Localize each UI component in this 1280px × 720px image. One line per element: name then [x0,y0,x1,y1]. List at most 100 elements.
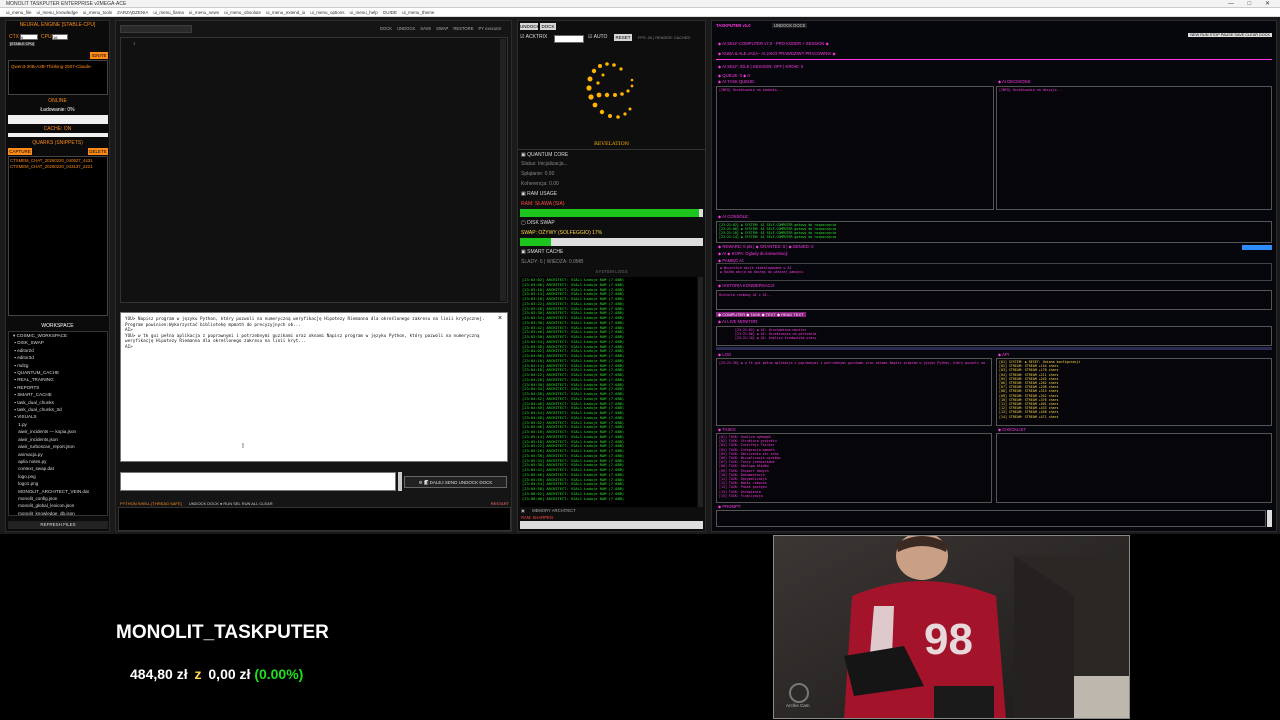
py-executor-button[interactable]: PY executor [479,26,502,31]
tree-item[interactable]: ▪ DISK_SWAP [13,339,107,346]
menu-item[interactable]: ui_menu_tools [83,8,112,16]
shell-buttons[interactable]: UNDOCK DOCK ● RUN SEL RUN ALL CLEAR [189,501,273,506]
tree-item[interactable]: ▪ task_dual_chunks_3d [13,406,107,413]
stable-cpu-tag: [STABLE CPU] [9,42,36,46]
tree-item[interactable]: MONOLIT_ARCHITECT_VEIN.dat [13,488,107,495]
task-queue-box[interactable]: [INFO] Oczekiwanie na zadania... [716,86,994,210]
system-logs[interactable]: [23:03:02] ARCHITECT: VIAL1 Ładuje RAM (… [520,277,697,507]
workspace-tree[interactable]: ▾ COSMIC_WORKSPACE ▪ DISK_SWAP ▪ editor2… [8,331,108,516]
tree-item[interactable]: ▪ editor2d [13,347,107,354]
chat-text: YOU> Napisz program w języku Python, któ… [125,317,485,350]
snippets-list[interactable]: CTXMEM_CHAT_20260220_040527_4431 CTXMEM_… [8,156,108,316]
menu-item[interactable]: ui_menu_obsolute [224,8,261,16]
reset-button[interactable]: RESET [614,34,632,41]
log-box[interactable]: [23:21:38] ◆ w tk gui pełna aplikacja z … [716,358,992,426]
editor-tab[interactable] [120,25,192,33]
ctx-input[interactable]: 0 [20,34,38,40]
minimize-button[interactable]: — [1228,1,1240,7]
menu-item[interactable]: ui_menu_knowledge [37,8,78,16]
tree-item[interactable]: aiwir_incidents.json [13,436,107,443]
editor-toolbar: DOCK UNDOCK SAVE SWAP RESTORE PY executo… [380,26,501,31]
undock-button[interactable]: UNDOCK [397,26,415,31]
logs-scrollbar[interactable] [698,277,703,507]
tree-item[interactable]: aiwir_turboscan_report.json [13,443,107,450]
close-button[interactable]: ✕ [1265,1,1276,7]
menu-item[interactable]: ui_menu_options [310,8,344,16]
undock-button[interactable]: UNDOCK [520,23,540,30]
memory-box[interactable] [716,263,1272,281]
checklist-box[interactable] [996,433,1272,503]
menu-item[interactable]: GUIDE [383,8,397,16]
task-queue-text: [INFO] Oczekiwanie na zadania... [719,88,783,92]
dock-button[interactable]: DOCK [380,26,392,31]
restart-button[interactable]: RESTART [491,500,509,507]
chat-close-icon[interactable]: × [496,315,504,323]
code-scrollbar[interactable] [500,39,506,301]
code-editor[interactable]: 1 [120,37,508,303]
chat-transcript[interactable]: YOU> Napisz program w języku Python, któ… [120,312,508,462]
menu-item[interactable]: ui_menu_llama [153,8,184,16]
save-button[interactable]: SAVE [420,26,431,31]
tree-item[interactable]: aplia notes.py [13,458,107,465]
tree-item[interactable]: ▪ editor3d [13,354,107,361]
tree-item[interactable]: monolit_global_lexicon.json [13,502,107,509]
tree-item[interactable]: logo.png [13,473,107,480]
tree-item[interactable]: ▪ mdzg [13,362,107,369]
capture-button[interactable]: CAPTURE [8,148,32,155]
restore-button[interactable]: RESTORE [453,26,473,31]
api-box[interactable]: [01] SYSTEM: ◆ RESET: Zmiana konfiguracj… [996,358,1272,426]
swap-button[interactable]: SWAP [436,26,448,31]
auto-toggle[interactable]: ☑ AUTO [588,34,607,40]
tree-item[interactable]: animacja.py [13,451,107,458]
tree-item[interactable]: monolit_config.json [13,495,107,502]
tree-item[interactable]: aiwir_incidents — kopia.json [13,428,107,435]
tree-item[interactable]: 1.py [13,421,107,428]
window-controls[interactable]: — □ ✕ [1228,0,1276,8]
history-box[interactable]: Historia rozmowy AI z AI... [716,290,1272,310]
refresh-files-button[interactable]: REFRESH FILES [8,521,108,529]
menu-item[interactable]: ui_menu_news [189,8,219,16]
console-box[interactable]: [23:21:02] ◆ SYSTEM: AI SELF-COMPUTER go… [716,221,1272,243]
live-monitor-box[interactable]: [23:21:02] ◆ AI: Uruchomiono monitor [23… [716,326,1272,346]
api-lines: [01] SYSTEM: ◆ RESET: Zmiana konfiguracj… [999,360,1080,419]
tree-item[interactable]: monolit_knowledge_db.json [13,510,107,515]
menu-item[interactable]: ZARZĄDZENIA [117,8,148,16]
tree-item[interactable]: ▪ REPORTS [13,384,107,391]
mode-buttons[interactable]: ◆ COMPUTER ◆ TASK ◆ TEXT ◆ READ TEXT [716,312,806,317]
disk-swap-label: ▢ DISK SWAP [521,220,555,226]
tree-item[interactable]: ▪ REAL_TRAINING [13,376,107,383]
menu-item[interactable]: ui_menu_extend_io [266,8,305,16]
tree-item[interactable]: context_swap.dat [13,465,107,472]
tree-item[interactable]: logo1.png [13,480,107,487]
menu-item[interactable]: ui_menu_help [350,8,378,16]
tree-item[interactable]: ▪ SMART_CACHE [13,391,107,398]
maximize-button[interactable]: □ [1248,1,1258,7]
menu-item[interactable]: ui_menu_theme [402,8,434,16]
acktrix-toggle[interactable]: ☑ ACKTRIX [520,34,547,40]
python-shell[interactable] [118,507,511,531]
top-right-buttons[interactable]: NEW RUN STOP PAUSE SAVE CLEAR DOCK [1188,33,1272,37]
prompt-input[interactable] [716,510,1266,527]
tree-item[interactable]: ▾ COSMIC_WORKSPACE [13,332,107,339]
dock-button[interactable]: DOCK [540,23,556,30]
tasks-box[interactable]: [01] TASK: Analiza wymagań [02] TASK: Str… [716,433,992,503]
tree-item[interactable]: ▪ QUANTUM_CACHE [13,369,107,376]
model-box[interactable]: Qwen3-30B-A3B-Thinking-2507-Claude- [8,60,108,95]
cpu-input[interactable]: 16 [52,34,68,40]
delete-button[interactable]: DELETE [88,148,108,155]
ignite-button[interactable]: IGNITE [90,52,108,59]
decisions-box[interactable]: [INFO] Oczekiwanie na decyzje... [996,86,1272,210]
taskputer-tabs[interactable]: UNDOCK DOCK [772,23,808,28]
list-item[interactable]: CTXMEM_CHAT_20260220_043137_2221 [10,164,93,170]
tree-item[interactable]: ▪ task_dual_chunks [13,399,107,406]
prompt-scrollbar[interactable] [1267,510,1272,527]
menu-item[interactable]: ui_menu_file [6,8,32,16]
prompt-input[interactable] [120,472,396,491]
decisions-label: ◆ AI DECISIONS: [998,79,1032,84]
splatanie-text: Splątanie: 0.00 [521,171,555,177]
input-scrollbar[interactable] [398,472,402,491]
status-text: Status: Inicjalizacja... [521,161,568,167]
acktrix-input[interactable] [554,35,584,43]
send-controls[interactable]: ⚙ 🗐 DALEJ SEND UNDOCK DOCK [404,476,507,488]
tree-item[interactable]: ▪ VISUALS [13,413,107,420]
